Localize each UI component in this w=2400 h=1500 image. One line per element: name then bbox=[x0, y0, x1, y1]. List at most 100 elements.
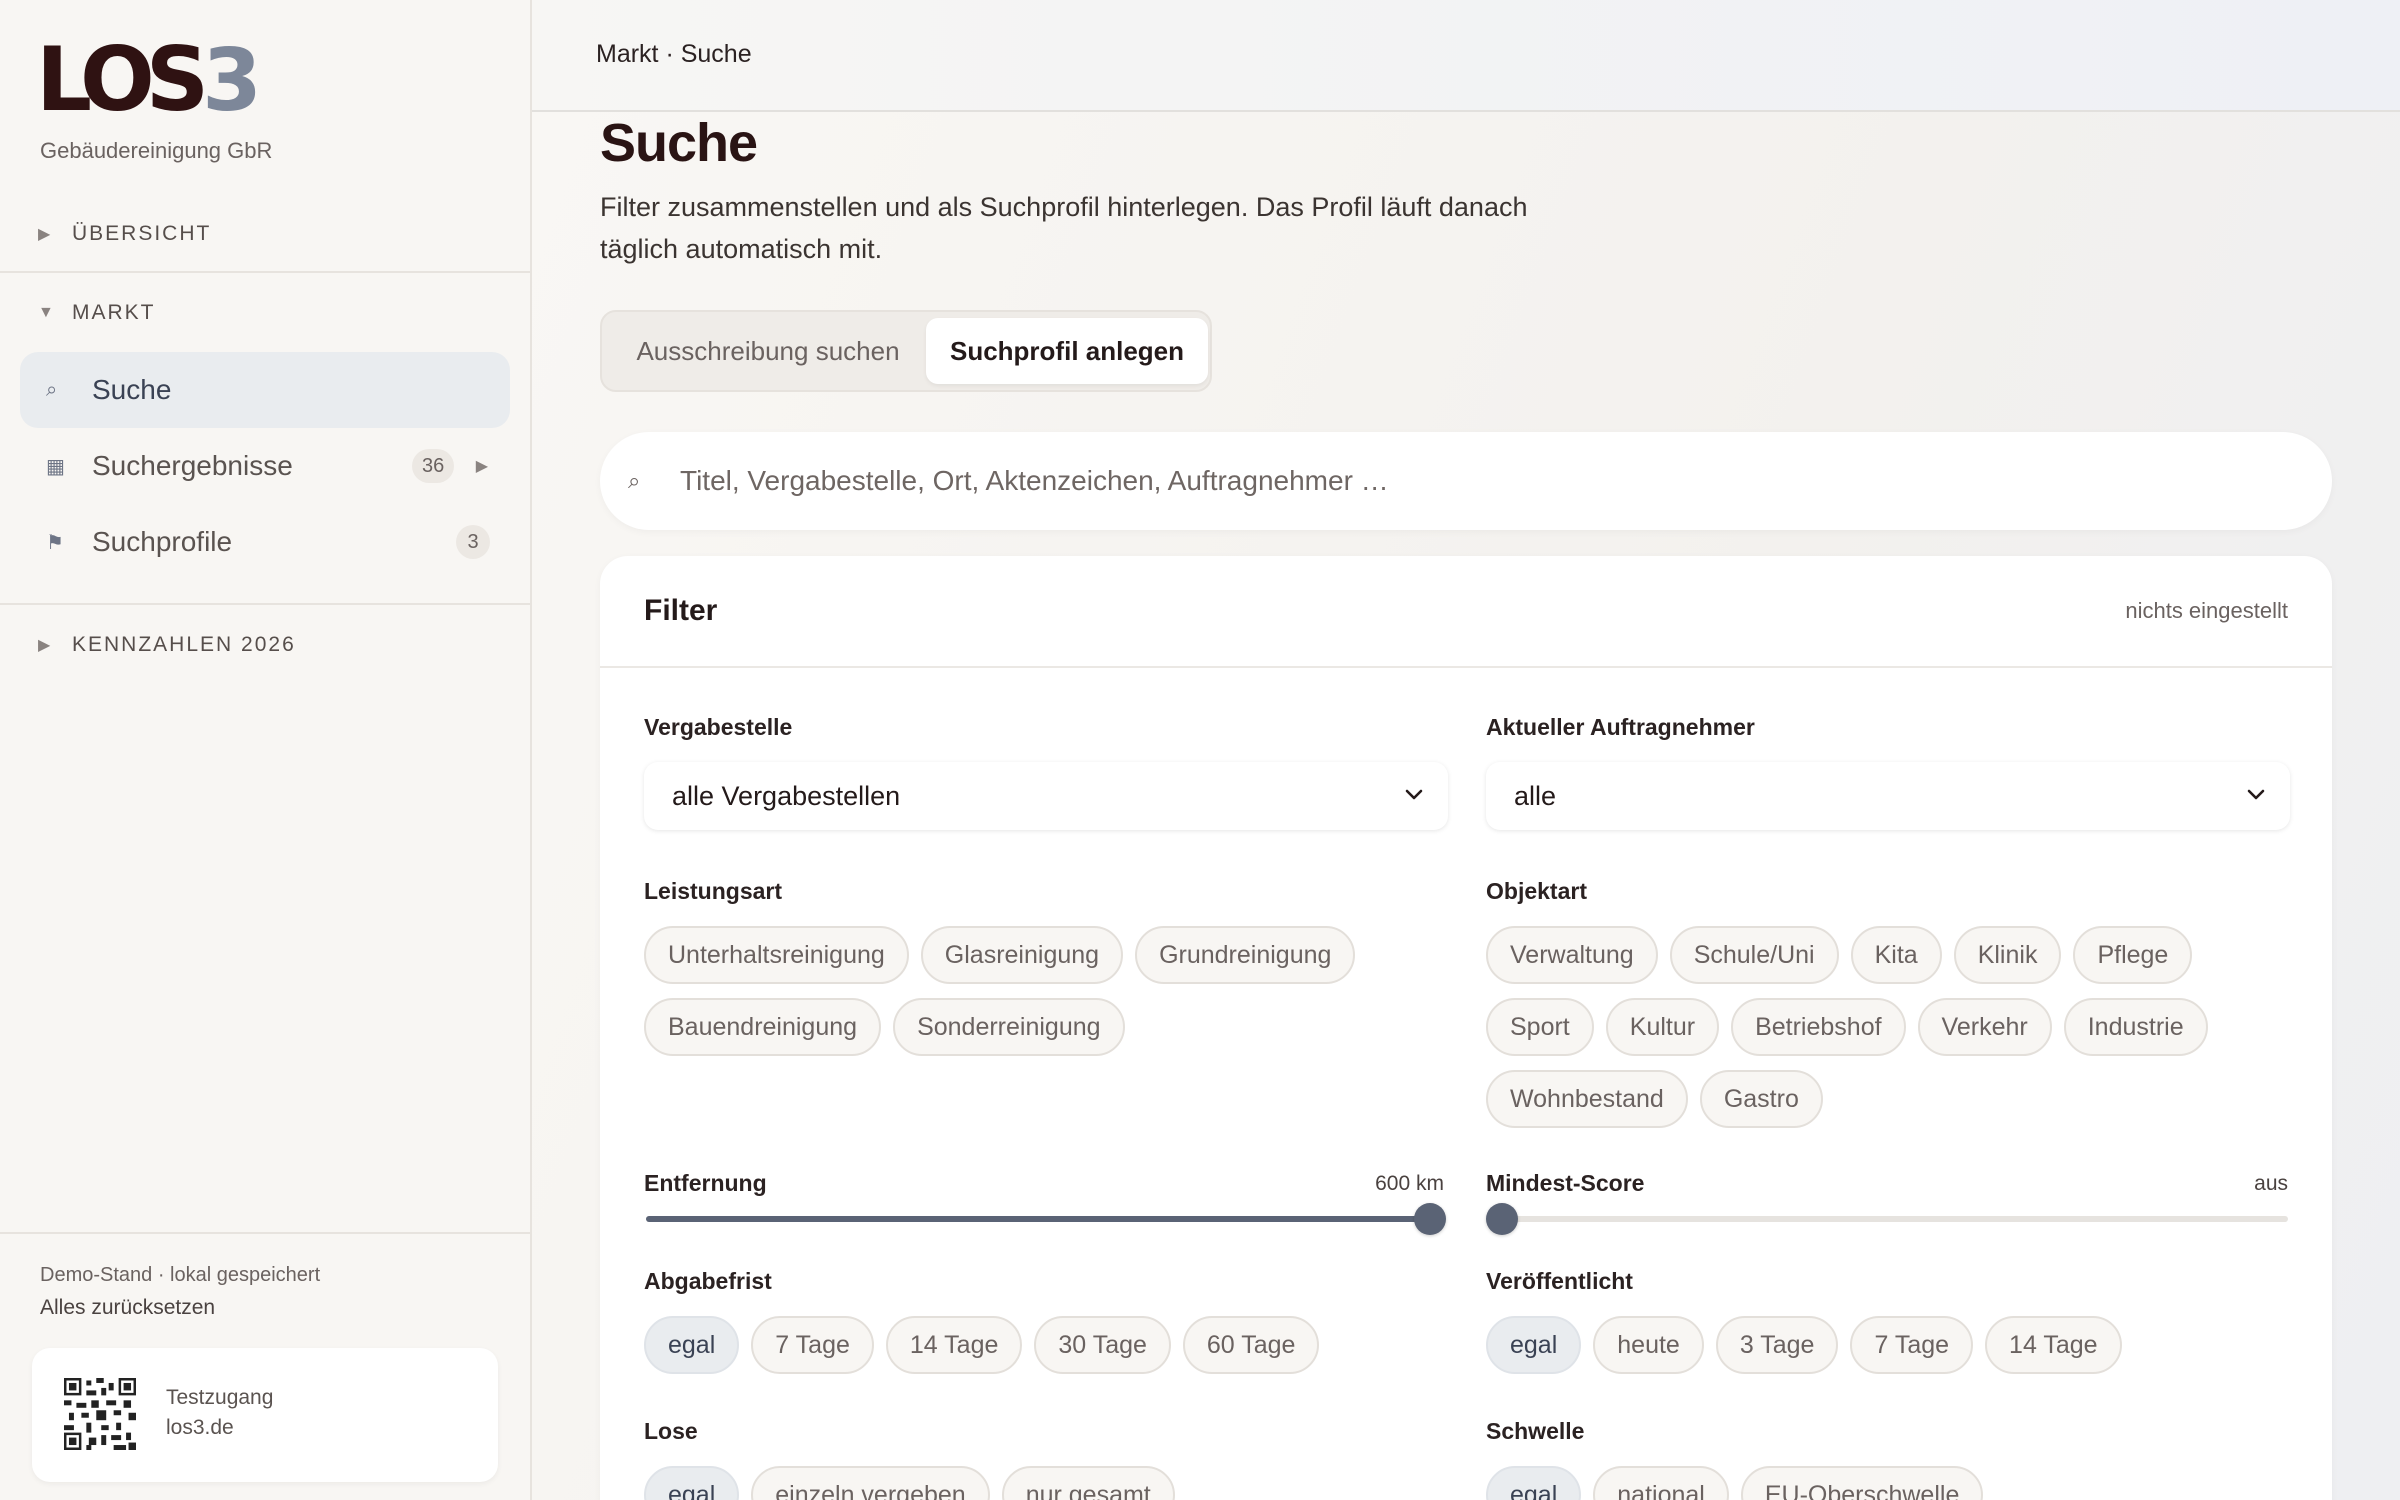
chip-schule-uni[interactable]: Schule/Uni bbox=[1669, 926, 1839, 984]
sidebar-item-suchergebnisse[interactable]: ▦ Suchergebnisse 36 ▶ bbox=[20, 428, 510, 504]
search-bar: ⌕ bbox=[600, 432, 2332, 530]
chip-abgabefrist-30[interactable]: 30 Tage bbox=[1034, 1316, 1171, 1374]
divider bbox=[0, 271, 530, 273]
chip-verwaltung[interactable]: Verwaltung bbox=[1486, 926, 1658, 984]
chip-schwelle-eu[interactable]: EU-Oberschwelle bbox=[1740, 1466, 1984, 1500]
search-icon: ⌕ bbox=[628, 468, 641, 493]
search-icon: ⌕ bbox=[46, 378, 58, 401]
sidebar-item-label: Suchergebnisse bbox=[92, 450, 293, 481]
reset-link[interactable]: Alles zurücksetzen bbox=[40, 1296, 215, 1320]
search-input[interactable] bbox=[680, 465, 2280, 497]
qr-caption: Testzugang bbox=[166, 1386, 274, 1409]
nav-section-uebersicht[interactable]: ▶ ÜBERSICHT bbox=[0, 214, 530, 254]
chevron-down-icon: ▼ bbox=[38, 304, 54, 321]
chip-abgabefrist-7[interactable]: 7 Tage bbox=[751, 1316, 874, 1374]
lose-chips: egal einzeln vergeben nur gesamt bbox=[644, 1466, 1444, 1500]
chip-abgabefrist-egal[interactable]: egal bbox=[644, 1316, 740, 1374]
demo-status: Demo-Stand · lokal gespeichert bbox=[40, 1264, 321, 1286]
chip-schwelle-national[interactable]: national bbox=[1593, 1466, 1729, 1500]
main-content: Suche Filter zusammenstellen und als Suc… bbox=[532, 112, 2400, 1500]
slider-thumb[interactable] bbox=[1414, 1203, 1446, 1235]
mindest-score-value: aus bbox=[2254, 1172, 2288, 1195]
chip-verkehr[interactable]: Verkehr bbox=[1917, 998, 2052, 1056]
page-title: Suche bbox=[600, 113, 758, 173]
chip-sport[interactable]: Sport bbox=[1486, 998, 1594, 1056]
chip-grundreinigung[interactable]: Grundreinigung bbox=[1135, 926, 1356, 984]
nav-section-label: ÜBERSICHT bbox=[72, 222, 212, 245]
chip-abgabefrist-60[interactable]: 60 Tage bbox=[1182, 1316, 1320, 1374]
chip-glasreinigung[interactable]: Glasreinigung bbox=[920, 926, 1124, 984]
mode-tabs: Ausschreibung suchen Suchprofil anlegen bbox=[600, 310, 1212, 392]
vergabestelle-label: Vergabestelle bbox=[644, 714, 793, 740]
chip-veroeffentlicht-heute[interactable]: heute bbox=[1593, 1316, 1704, 1374]
vergabestelle-value: alle Vergabestellen bbox=[672, 780, 901, 811]
abgabefrist-chips: egal 7 Tage 14 Tage 30 Tage 60 Tage bbox=[644, 1316, 1444, 1374]
objektart-chips: Verwaltung Schule/Uni Kita Klinik Pflege… bbox=[1486, 926, 2292, 1128]
auftragnehmer-select[interactable]: alle bbox=[1486, 762, 2290, 830]
filter-title: Filter bbox=[644, 594, 718, 627]
tab-suchprofil-anlegen[interactable]: Suchprofil anlegen bbox=[926, 318, 1208, 384]
chip-unterhaltsreinigung[interactable]: Unterhaltsreinigung bbox=[644, 926, 909, 984]
logo-number: 3 bbox=[202, 31, 262, 131]
sidebar-item-suchprofile[interactable]: ⚑ Suchprofile 3 bbox=[20, 504, 510, 580]
slider-thumb[interactable] bbox=[1486, 1203, 1518, 1235]
grid-icon: ▦ bbox=[46, 455, 65, 478]
qr-url: los3.de bbox=[166, 1416, 234, 1439]
chip-betriebshof[interactable]: Betriebshof bbox=[1731, 998, 1906, 1056]
company-name: Gebäudereinigung GbR bbox=[40, 138, 273, 163]
divider bbox=[0, 603, 530, 605]
chip-lose-einzeln[interactable]: einzeln vergeben bbox=[751, 1466, 990, 1500]
sidebar-item-label: Suchprofile bbox=[92, 526, 233, 557]
qr-code-icon bbox=[64, 1378, 136, 1450]
chip-veroeffentlicht-egal[interactable]: egal bbox=[1486, 1316, 1582, 1374]
veroeffentlicht-label: Veröffentlicht bbox=[1486, 1268, 1633, 1294]
sidebar-item-label: Suche bbox=[92, 374, 172, 405]
chip-veroeffentlicht-7[interactable]: 7 Tage bbox=[1850, 1316, 1974, 1374]
nav-section-markt[interactable]: ▼ MARKT bbox=[0, 293, 530, 333]
objektart-label: Objektart bbox=[1486, 878, 1587, 904]
chip-klinik[interactable]: Klinik bbox=[1953, 926, 2062, 984]
mindest-score-slider[interactable] bbox=[1486, 1203, 2288, 1235]
chip-veroeffentlicht-14[interactable]: 14 Tage bbox=[1985, 1316, 2122, 1374]
chevron-down-icon bbox=[2247, 789, 2265, 800]
chevron-right-icon[interactable]: ▶ bbox=[476, 456, 488, 476]
count-badge: 3 bbox=[456, 525, 490, 559]
vergabestelle-select[interactable]: alle Vergabestellen bbox=[644, 762, 1448, 830]
chip-bauendreinigung[interactable]: Bauendreinigung bbox=[644, 998, 882, 1056]
leistungsart-chips: Unterhaltsreinigung Glasreinigung Grundr… bbox=[644, 926, 1444, 1056]
tab-ausschreibung-suchen[interactable]: Ausschreibung suchen bbox=[608, 318, 928, 384]
filter-status: nichts eingestellt bbox=[2125, 598, 2288, 623]
entfernung-slider[interactable] bbox=[646, 1203, 1446, 1235]
topbar: Markt · Suche bbox=[532, 0, 2400, 112]
flag-icon: ⚑ bbox=[46, 531, 64, 554]
nav-section-kennzahlen[interactable]: ▶ KENNZAHLEN 2026 bbox=[0, 625, 530, 665]
leistungsart-label: Leistungsart bbox=[644, 878, 783, 904]
chevron-down-icon bbox=[1405, 789, 1423, 800]
chip-wohnbestand[interactable]: Wohnbestand bbox=[1486, 1070, 1688, 1128]
auftragnehmer-value: alle bbox=[1514, 780, 1557, 811]
chip-veroeffentlicht-3[interactable]: 3 Tage bbox=[1715, 1316, 1839, 1374]
entfernung-label: Entfernung bbox=[644, 1170, 767, 1196]
schwelle-chips: egal national EU-Oberschwelle bbox=[1486, 1466, 2292, 1500]
chip-industrie[interactable]: Industrie bbox=[2063, 998, 2208, 1056]
chip-sonderreinigung[interactable]: Sonderreinigung bbox=[893, 998, 1125, 1056]
chip-abgabefrist-14[interactable]: 14 Tage bbox=[885, 1316, 1023, 1374]
entfernung-value: 600 km bbox=[1375, 1172, 1444, 1195]
breadcrumb: Markt · Suche bbox=[596, 40, 752, 68]
chip-lose-egal[interactable]: egal bbox=[644, 1466, 740, 1500]
chip-kultur[interactable]: Kultur bbox=[1605, 998, 1720, 1056]
chip-schwelle-egal[interactable]: egal bbox=[1486, 1466, 1582, 1500]
chip-kita[interactable]: Kita bbox=[1850, 926, 1942, 984]
qr-card: Testzugang los3.de bbox=[32, 1348, 498, 1482]
divider bbox=[0, 1232, 530, 1234]
sidebar-item-suche[interactable]: ⌕ Suche bbox=[20, 352, 510, 428]
filter-header: Filter nichts eingestellt bbox=[600, 556, 2332, 668]
chip-lose-gesamt[interactable]: nur gesamt bbox=[1001, 1466, 1175, 1500]
slider-fill bbox=[646, 1216, 1430, 1222]
chip-pflege[interactable]: Pflege bbox=[2073, 926, 2193, 984]
mindest-score-label: Mindest-Score bbox=[1486, 1170, 1645, 1196]
schwelle-label: Schwelle bbox=[1486, 1418, 1585, 1444]
nav-section-label: MARKT bbox=[72, 301, 156, 324]
chip-gastro[interactable]: Gastro bbox=[1699, 1070, 1823, 1128]
auftragnehmer-label: Aktueller Auftragnehmer bbox=[1486, 714, 1755, 740]
